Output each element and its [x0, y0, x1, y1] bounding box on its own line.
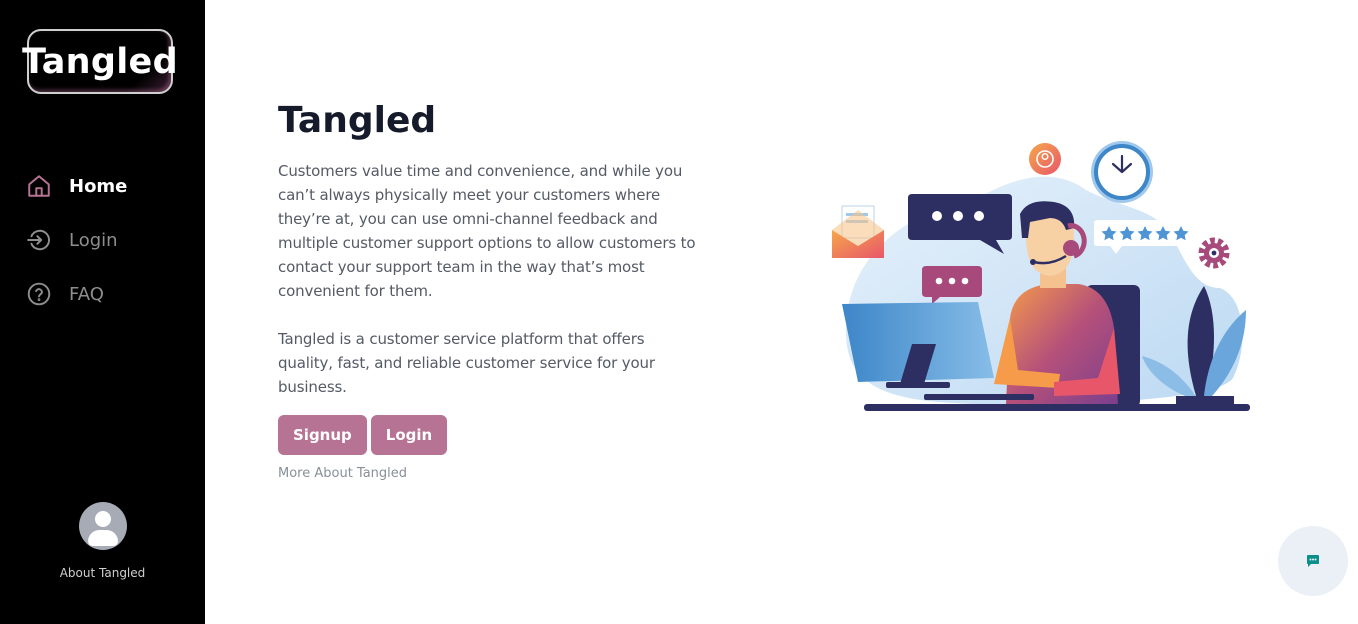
user-icon — [1029, 143, 1061, 175]
intro-paragraph: Customers value time and convenience, an… — [278, 162, 696, 300]
sidebar: Tangled Home Login FAQ About Tangled — [0, 0, 205, 624]
login-button[interactable]: Login — [370, 415, 448, 455]
desk — [864, 404, 1250, 411]
signup-button[interactable]: Signup — [278, 415, 367, 455]
logo-text: Tangled — [22, 41, 178, 82]
keyboard — [924, 394, 1034, 400]
sidebar-item-faq[interactable]: FAQ — [26, 274, 196, 314]
support-agent-illustration — [832, 141, 1250, 411]
chat-icon — [1307, 555, 1319, 567]
avatar-head — [94, 511, 111, 527]
avatar-body — [87, 530, 118, 546]
about-label: About Tangled — [59, 566, 146, 580]
action-buttons: Signup Login — [278, 415, 698, 455]
sidebar-item-login[interactable]: Login — [26, 220, 196, 260]
clock-icon — [1091, 141, 1153, 203]
page-title: Tangled — [278, 100, 437, 141]
monitor — [842, 302, 994, 388]
more-about-link[interactable]: More About Tangled — [278, 466, 698, 481]
sidebar-nav: Home Login FAQ — [26, 166, 196, 328]
sidebar-item-home[interactable]: Home — [26, 166, 196, 206]
description-paragraph: Tangled is a customer service platform t… — [278, 330, 655, 396]
avatar — [78, 502, 127, 550]
login-icon — [27, 229, 50, 251]
sidebar-item-label: Login — [69, 229, 118, 251]
gear-icon — [1198, 237, 1230, 269]
home-icon — [28, 175, 50, 197]
chat-widget-button[interactable] — [1278, 526, 1348, 596]
about-link[interactable]: About Tangled — [0, 502, 205, 580]
logo[interactable]: Tangled — [22, 29, 178, 94]
question-icon — [27, 282, 51, 306]
main-content: Tangled Customers value time and conveni… — [278, 100, 698, 481]
sidebar-item-label: Home — [69, 175, 128, 197]
sidebar-item-label: FAQ — [69, 283, 104, 305]
envelope-icon — [832, 205, 884, 258]
